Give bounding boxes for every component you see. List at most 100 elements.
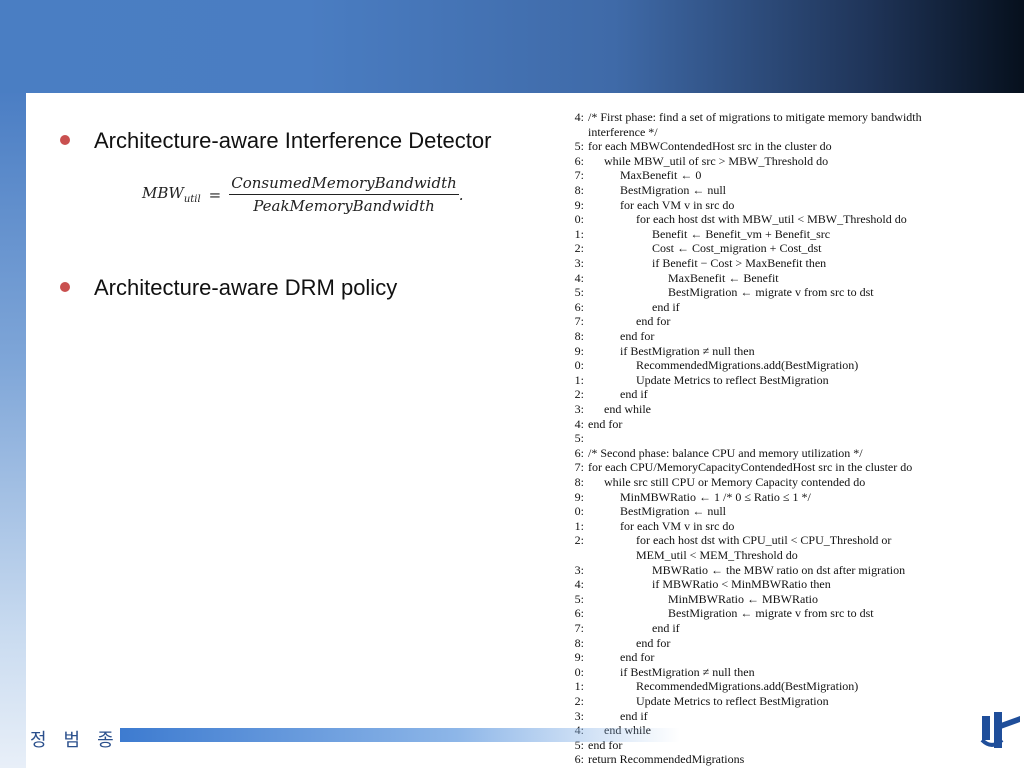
line-code: if BestMigration ≠ null then xyxy=(620,664,755,679)
algorithm-line: 9: MinMBWRatio ← 1 /* 0 ≤ Ratio ≤ 1 */ xyxy=(558,490,811,504)
algorithm-line: 0: if BestMigration ≠ null then xyxy=(558,665,755,679)
algorithm-line: 2: end if xyxy=(558,387,648,401)
formula-numerator: ConsumedMemoryBandwidth xyxy=(229,174,459,195)
algorithm-line: 0: for each host dst with MBW_util < MBW_… xyxy=(558,212,907,226)
algorithm-line: 4: end for xyxy=(558,416,623,431)
line-number: 7: xyxy=(574,460,584,475)
algorithm-line: 5: xyxy=(558,431,588,445)
line-code: MaxBenefit ← Benefit xyxy=(668,270,779,285)
line-code: if BestMigration ≠ null then xyxy=(620,343,755,358)
line-code: for each CPU/MemoryCapacityContendedHost… xyxy=(588,460,913,475)
line-code: end for xyxy=(588,416,623,431)
algorithm-line: 2: Cost ← Cost_migration + Cost_dst xyxy=(558,241,822,256)
algorithm-line: 9: for each VM v in src do xyxy=(558,197,735,212)
line-number: 3: xyxy=(574,256,584,270)
line-number: 0: xyxy=(574,358,584,373)
line-code: Cost ← Cost_migration + Cost_dst xyxy=(652,241,822,256)
algorithm-line: 4: MaxBenefit ← Benefit xyxy=(558,271,779,285)
bullet-dot-icon xyxy=(60,282,70,293)
line-code: RecommendedMigrations.add(BestMigration) xyxy=(636,358,859,373)
algorithm-line: 8: while src still CPU or Memory Capacity… xyxy=(558,475,866,489)
line-code: end for xyxy=(636,635,671,650)
line-code: Update Metrics to reflect BestMigration xyxy=(636,372,829,387)
algorithm-line: 6: end if xyxy=(558,300,680,314)
line-code: end for xyxy=(620,650,655,665)
line-code: while MBW_util of src > MBW_Threshold do xyxy=(604,153,829,168)
line-code: BestMigration ← migrate v from src to ds… xyxy=(668,285,874,300)
line-number: 1: xyxy=(574,372,584,387)
line-code: return RecommendedMigrations xyxy=(588,752,745,767)
line-number: 4: xyxy=(574,110,584,124)
line-code: end if xyxy=(620,387,648,402)
algorithm-line: 7: for each CPU/MemoryCapacityContendedHo… xyxy=(558,460,913,475)
algorithm-line: 3: end while xyxy=(558,402,651,416)
line-number: 0: xyxy=(574,212,584,227)
line-code: if MBWRatio < MinMBWRatio then xyxy=(652,577,831,592)
line-number: 4: xyxy=(574,270,584,285)
line-number: 0: xyxy=(574,664,584,679)
formula-denominator: PeakMemoryBandwidth xyxy=(253,197,435,215)
line-code: /* Second phase: balance CPU and memory … xyxy=(588,445,863,460)
formula-equals: = xyxy=(208,185,222,204)
line-code: for each host dst with CPU_util < CPU_Th… xyxy=(636,533,892,548)
algorithm-line: 1: RecommendedMigrations.add(BestMigratio… xyxy=(558,679,859,694)
line-code: BestMigration ← null xyxy=(620,183,726,197)
title-banner xyxy=(0,0,1024,93)
line-number: 6: xyxy=(574,752,584,767)
line-code: for each VM v in src do xyxy=(620,518,735,533)
algorithm-line: 3: MBWRatio ← the MBW ratio on dst after … xyxy=(558,563,905,577)
bullet-dot-icon xyxy=(60,135,70,146)
algorithm-line: 5: MinMBWRatio ← MBWRatio xyxy=(558,592,818,606)
university-logo-icon xyxy=(980,712,1020,748)
line-code: end for xyxy=(620,329,655,343)
line-code: end if xyxy=(652,299,680,314)
algorithm-line: 5: BestMigration ← migrate v from src to … xyxy=(558,285,874,299)
algorithm-line: 0: RecommendedMigrations.add(BestMigratio… xyxy=(558,358,859,373)
line-number: 2: xyxy=(574,533,584,548)
line-code: end if xyxy=(652,621,680,635)
line-number: 9: xyxy=(574,343,584,358)
line-number: 2: xyxy=(574,694,584,708)
line-number: 5: xyxy=(574,591,584,606)
line-number: 8: xyxy=(574,329,584,343)
line-code: while src still CPU or Memory Capacity c… xyxy=(604,475,866,489)
left-decor-bar xyxy=(0,93,26,768)
line-code: BestMigration ← null xyxy=(620,504,726,519)
line-number: 7: xyxy=(574,621,584,635)
line-number: 1: xyxy=(574,679,584,694)
line-number: 7: xyxy=(574,168,584,183)
algorithm-line: 4: if MBWRatio < MinMBWRatio then xyxy=(558,577,831,591)
line-number: 3: xyxy=(574,562,584,577)
line-code: MaxBenefit ← 0 xyxy=(620,168,702,183)
footer-author: 정 범 종 xyxy=(30,730,120,750)
line-number: 9: xyxy=(574,197,584,212)
formula-period: . xyxy=(458,185,464,204)
algorithm-line: 8: end for xyxy=(558,329,655,343)
algorithm-line: 4: /* First phase: find a set of migratio… xyxy=(558,110,922,124)
line-number: 5: xyxy=(574,431,584,446)
line-number: 9: xyxy=(574,650,584,665)
bullet-text: Architecture-aware DRM policy xyxy=(94,275,398,300)
line-code: Update Metrics to reflect BestMigration xyxy=(636,694,829,708)
line-code: interference */ xyxy=(588,124,658,139)
formula-fraction: ConsumedMemoryBandwidth PeakMemoryBandwi… xyxy=(229,174,459,215)
bullet-interference-detector: Architecture-aware Interference Detector xyxy=(60,128,491,154)
algorithm-line: 9: end for xyxy=(558,650,655,665)
line-number: 3: xyxy=(574,708,584,723)
line-code: MEM_util < MEM_Threshold do xyxy=(636,548,798,562)
line-number: 7: xyxy=(574,314,584,329)
algorithm-line: 7: end if xyxy=(558,621,680,635)
algorithm-line: 1: Update Metrics to reflect BestMigratio… xyxy=(558,373,829,387)
algorithm-line: 1: Benefit ← Benefit_vm + Benefit_src xyxy=(558,227,830,241)
line-number: 5: xyxy=(574,285,584,300)
line-number: 3: xyxy=(574,402,584,416)
bullet-drm-policy: Architecture-aware DRM policy xyxy=(60,275,397,301)
algorithm-line: 8: BestMigration ← null xyxy=(558,183,726,197)
line-number: 8: xyxy=(574,635,584,650)
mbw-formula: MBWutil = ConsumedMemoryBandwidth PeakMe… xyxy=(142,174,464,215)
algorithm-line: interference */ xyxy=(558,125,658,139)
line-code: RecommendedMigrations.add(BestMigration) xyxy=(636,679,859,694)
line-number: 6: xyxy=(574,606,584,621)
line-number: 2: xyxy=(574,387,584,402)
algorithm-line: 8: end for xyxy=(558,635,671,650)
